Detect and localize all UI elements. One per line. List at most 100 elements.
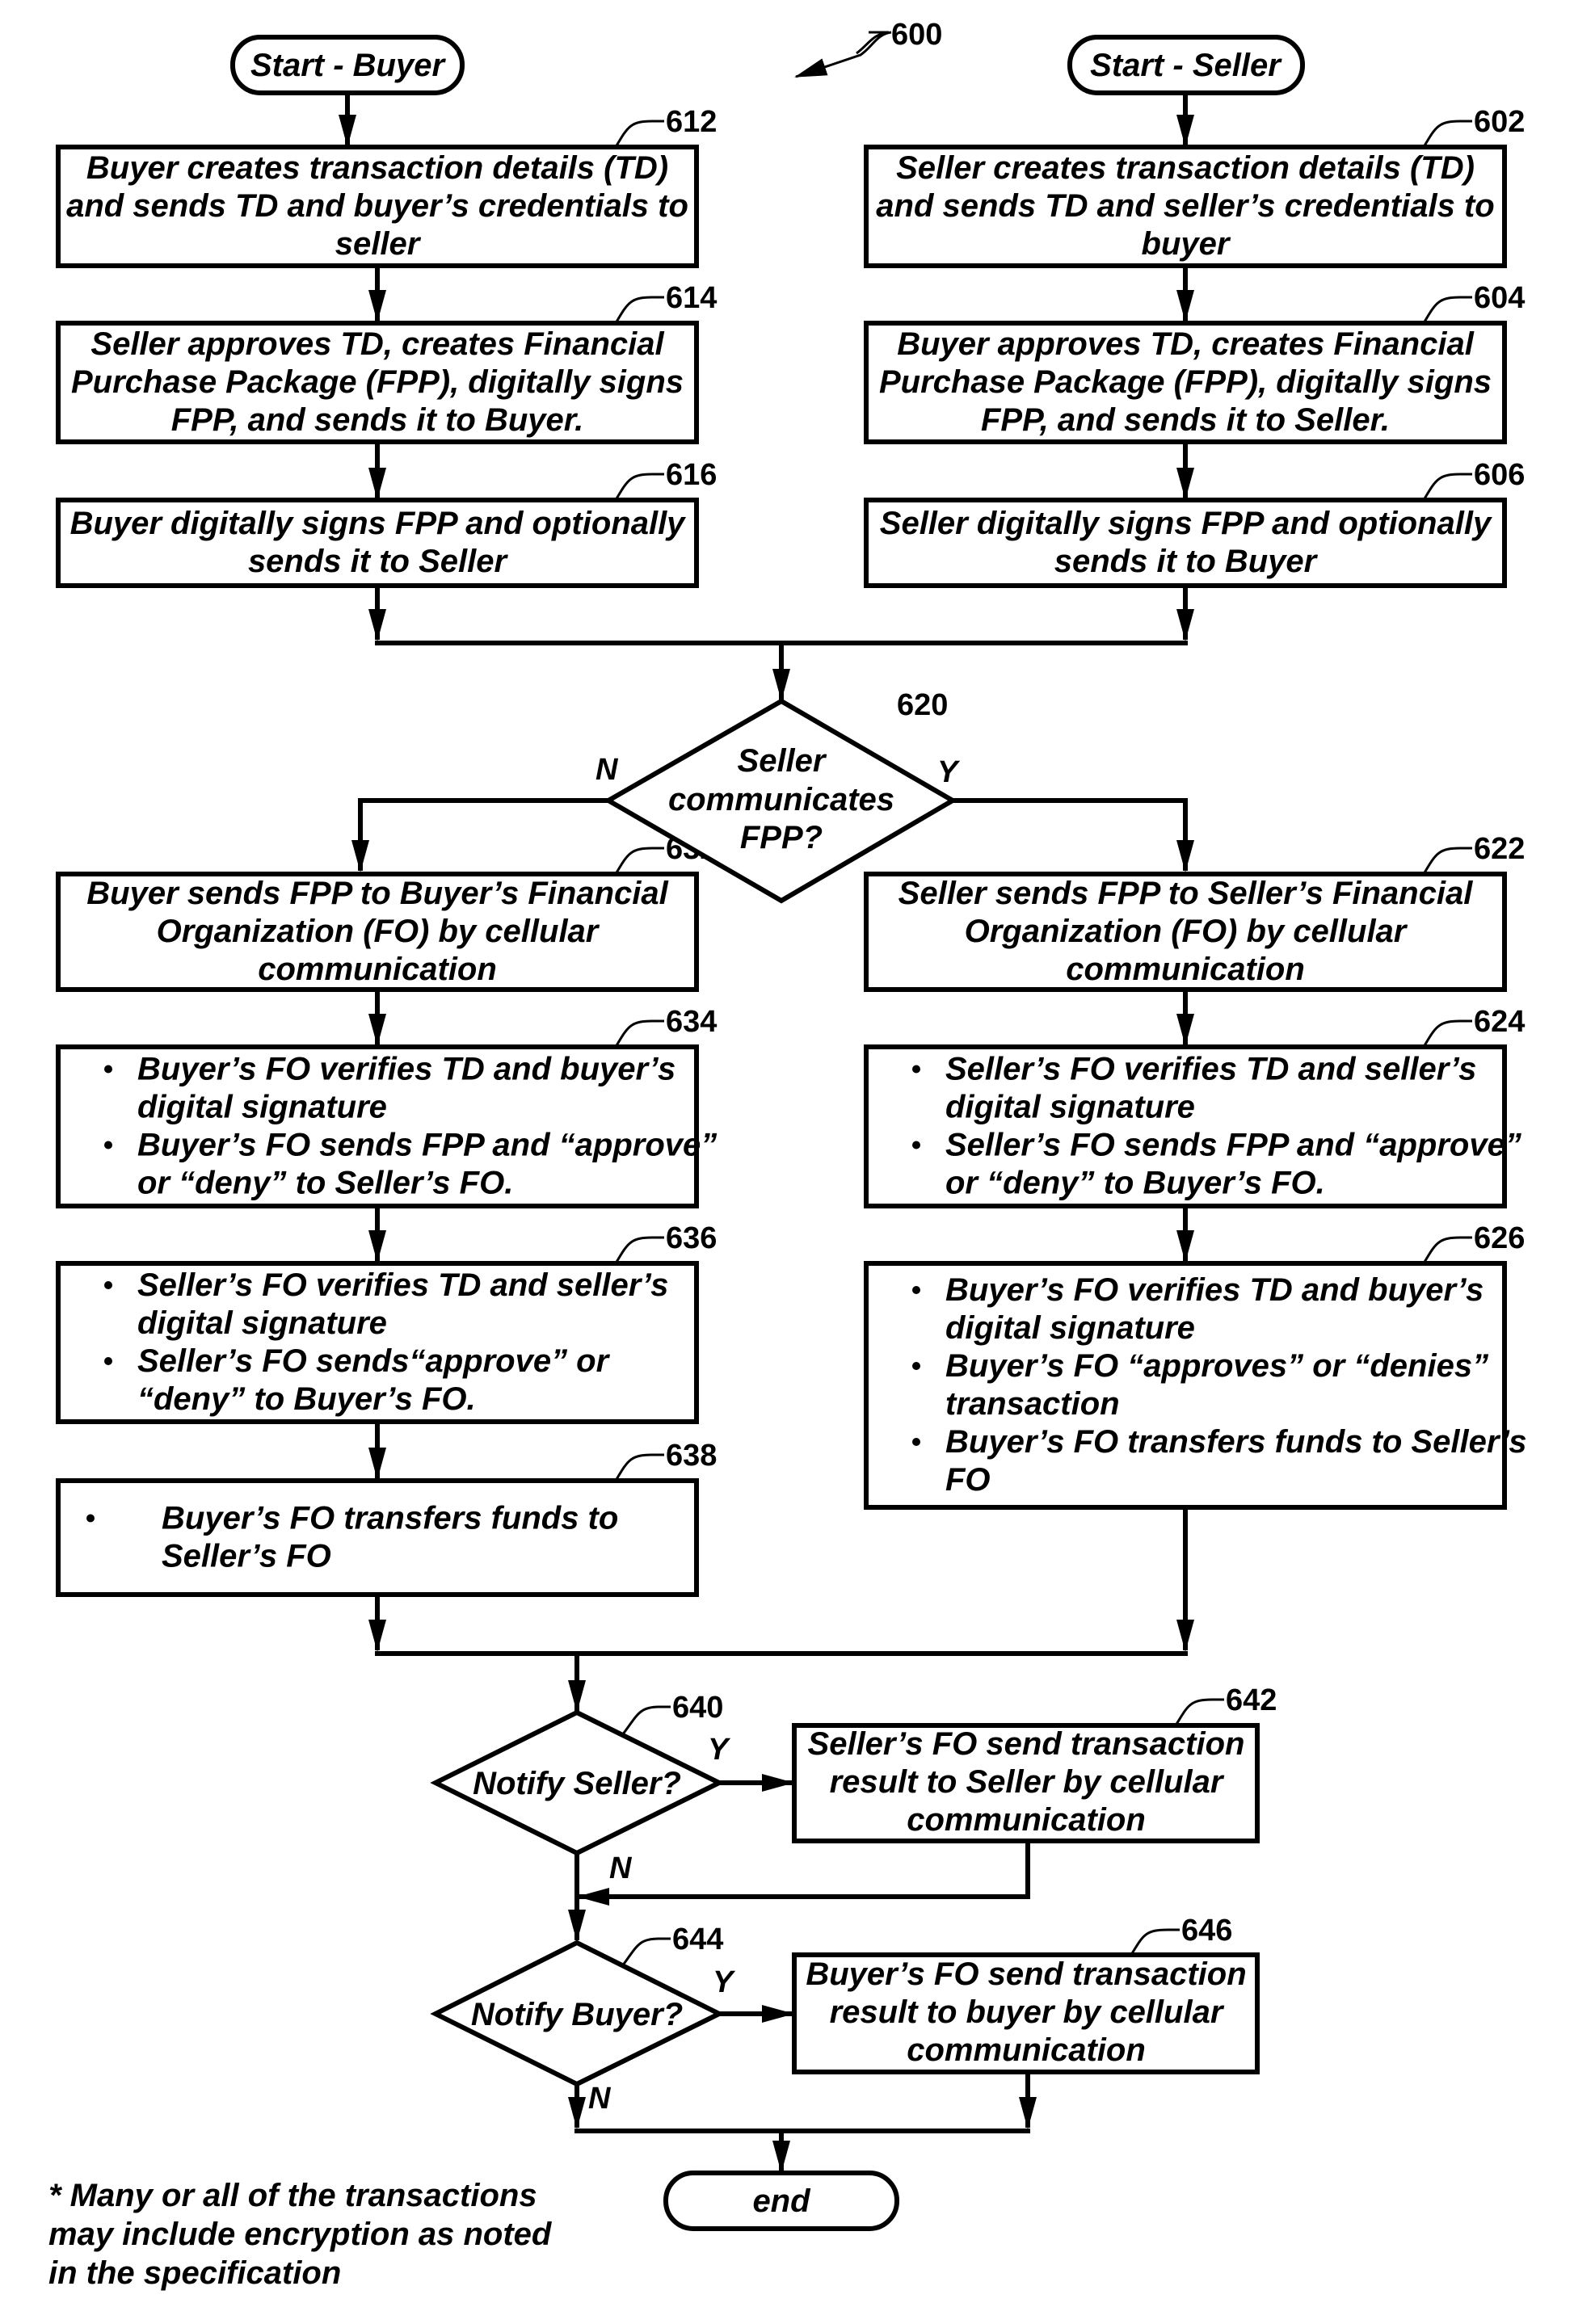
decision-620-line-2: communicates — [668, 782, 894, 817]
step-604-line-2: Purchase Package (FPP), digitally signs — [879, 364, 1492, 400]
step-626-bullet-3-line-2: FO — [945, 1462, 991, 1498]
step-642-line-1: Seller’s FO send transaction — [808, 1726, 1245, 1762]
step-622-line-3: communication — [1066, 952, 1305, 987]
ref-634: 634 — [666, 1005, 717, 1039]
step-642-line-2: result to Seller by cellular — [830, 1764, 1225, 1800]
footnote-line-3: in the specification — [48, 2255, 341, 2291]
step-626-bullet-2-line-1: Buyer’s FO “approves” or “denies” — [945, 1348, 1488, 1384]
step-602-line-1: Seller creates transaction details (TD) — [896, 150, 1475, 186]
decision-620-line-3: FPP? — [740, 820, 823, 855]
start-seller-label: Start - Seller — [1090, 48, 1282, 83]
decision-644-no-label: N — [588, 2082, 612, 2116]
decision-644-yes-label: Y — [713, 1965, 736, 1999]
bullet-icon — [912, 1362, 920, 1370]
step-636-bullet-2-line-1: Seller’s FO sends“approve” or — [137, 1343, 611, 1379]
ref-626: 626 — [1474, 1221, 1525, 1255]
step-636: 636 Seller’s FO verifies TD and seller’sd… — [56, 1221, 717, 1424]
step-622-line-1: Seller sends FPP to Seller’s Financial — [899, 876, 1474, 911]
step-614: 614Seller approves TD, creates Financial… — [56, 281, 717, 444]
flowchart-600: 600 Start - Buyer Start - Seller 612 Buye… — [0, 0, 1527, 2291]
step-612-line-3: seller — [335, 226, 422, 262]
step-616-line-1: Buyer digitally signs FPP and optionally — [70, 506, 687, 541]
step-638-bullet-1-line-1: Buyer’s FO transfers funds to — [162, 1501, 618, 1536]
decision-620: Seller communicates FPP? 620 N Y — [596, 688, 961, 904]
step-614-line-1: Seller approves TD, creates Financial — [90, 326, 664, 362]
ref-622: 622 — [1474, 832, 1525, 866]
decision-620-line-1: Seller — [738, 743, 827, 779]
step-634: 634 Buyer’s FO verifies TD and buyer’sdig… — [56, 1005, 717, 1208]
end-terminal: end — [663, 2171, 899, 2231]
step-636-bullet-2-line-2: “deny” to Buyer’s FO. — [137, 1381, 476, 1417]
decision-620-no-label: N — [596, 753, 619, 787]
ref-638: 638 — [666, 1439, 717, 1473]
bullet-icon — [104, 1065, 112, 1074]
step-614-line-3: FPP, and sends it to Buyer. — [171, 402, 584, 438]
step-616: 616 Buyer digitally signs FPP and optiona… — [56, 458, 717, 588]
step-624-bullet-2-line-1: Seller’s FO sends FPP and “approve” — [945, 1128, 1521, 1163]
figure-ref-label: 600 — [891, 18, 942, 52]
footnote-line-2: may include encryption as noted — [48, 2217, 553, 2252]
decision-640: Notify Seller? 640 Y N — [430, 1691, 731, 1885]
bullet-icon — [104, 1141, 112, 1149]
ref-612: 612 — [666, 105, 717, 139]
start-buyer-label: Start - Buyer — [250, 48, 446, 83]
bullet-icon — [912, 1438, 920, 1446]
step-612-line-2: and sends TD and buyer’s credentials to — [66, 188, 688, 224]
step-624-bullet-1-line-2: digital signature — [945, 1090, 1195, 1125]
decision-644: Notify Buyer? 644 Y N — [430, 1923, 736, 2116]
ref-604: 604 — [1474, 281, 1525, 315]
step-632-line-1: Buyer sends FPP to Buyer’s Financial — [86, 876, 668, 911]
ref-602: 602 — [1474, 105, 1525, 139]
step-624-bullet-2-line-2: or “deny” to Buyer’s FO. — [945, 1166, 1325, 1201]
ref-620: 620 — [897, 688, 948, 722]
ref-646: 646 — [1181, 1914, 1232, 1948]
bullet-icon — [912, 1141, 920, 1149]
bullet-icon — [86, 1514, 95, 1523]
step-604: 604 Buyer approves TD, creates FinancialP… — [864, 281, 1525, 444]
step-632-line-2: Organization (FO) by cellular — [157, 914, 600, 949]
step-606-line-2: sends it to Buyer — [1054, 544, 1319, 579]
step-636-bullet-1-line-1: Seller’s FO verifies TD and seller’s — [137, 1267, 668, 1303]
step-624-bullet-1-line-1: Seller’s FO verifies TD and seller’s — [945, 1052, 1476, 1087]
step-602-line-3: buyer — [1142, 226, 1231, 262]
step-612: 612 Buyer creates transaction details (TD… — [56, 105, 717, 268]
step-634-bullet-2-line-1: Buyer’s FO sends FPP and “approve” — [137, 1128, 717, 1163]
step-638-bullet-1-line-2: Seller’s FO — [162, 1539, 331, 1574]
step-626-bullet-3-line-1: Buyer’s FO transfers funds to Seller’s — [945, 1424, 1527, 1460]
ref-614: 614 — [666, 281, 717, 315]
decision-620-yes-label: Y — [937, 755, 961, 789]
start-seller-terminal: Start - Seller — [1067, 35, 1305, 95]
step-626: 626 Buyer’s FO verifies TD and buyer’sdig… — [864, 1221, 1527, 1510]
figure-ref-600: 600 — [794, 18, 942, 78]
step-602-line-2: and sends TD and seller’s credentials to — [876, 188, 1494, 224]
step-622: 622Seller sends FPP to Seller’s Financia… — [864, 832, 1525, 992]
step-626-bullet-2-line-2: transaction — [945, 1386, 1120, 1422]
step-614-line-2: Purchase Package (FPP), digitally signs — [71, 364, 684, 400]
step-622-line-2: Organization (FO) by cellular — [965, 914, 1408, 949]
bullet-icon — [912, 1065, 920, 1074]
step-642-line-3: communication — [907, 1802, 1146, 1838]
step-642: Seller’s FO send transaction result to S… — [792, 1683, 1277, 1843]
footnote: * Many or all of the transactions may in… — [48, 2178, 553, 2291]
decision-640-label: Notify Seller? — [473, 1766, 681, 1801]
step-624: 624 Seller’s FO verifies TD and seller’sd… — [864, 1005, 1525, 1208]
step-646-line-3: communication — [907, 2032, 1146, 2068]
bullet-icon — [104, 1281, 112, 1289]
step-602: 602 Seller creates transaction details (T… — [864, 105, 1525, 268]
step-646-line-2: result to buyer by cellular — [830, 1994, 1225, 2030]
step-634-bullet-2-line-2: or “deny” to Seller’s FO. — [137, 1166, 513, 1201]
step-636-bullet-1-line-2: digital signature — [137, 1305, 387, 1341]
step-606: 606 Seller digitally signs FPP and option… — [864, 458, 1525, 588]
ref-644: 644 — [672, 1923, 723, 1956]
no-branch-connector — [351, 798, 608, 872]
footnote-line-1: * Many or all of the transactions — [48, 2178, 537, 2213]
step-626-bullet-1-line-2: digital signature — [945, 1310, 1195, 1346]
bullet-icon — [912, 1286, 920, 1294]
step-626-bullet-1-line-1: Buyer’s FO verifies TD and buyer’s — [945, 1272, 1484, 1308]
yes-branch-connector — [953, 798, 1194, 872]
step-632: 632Buyer sends FPP to Buyer’s FinancialO… — [56, 832, 717, 992]
end-label: end — [752, 2183, 811, 2219]
step-646-line-1: Buyer’s FO send transaction — [806, 1956, 1246, 1992]
step-634-bullet-1-line-2: digital signature — [137, 1090, 387, 1125]
step-634-bullet-1-line-1: Buyer’s FO verifies TD and buyer’s — [137, 1052, 675, 1087]
